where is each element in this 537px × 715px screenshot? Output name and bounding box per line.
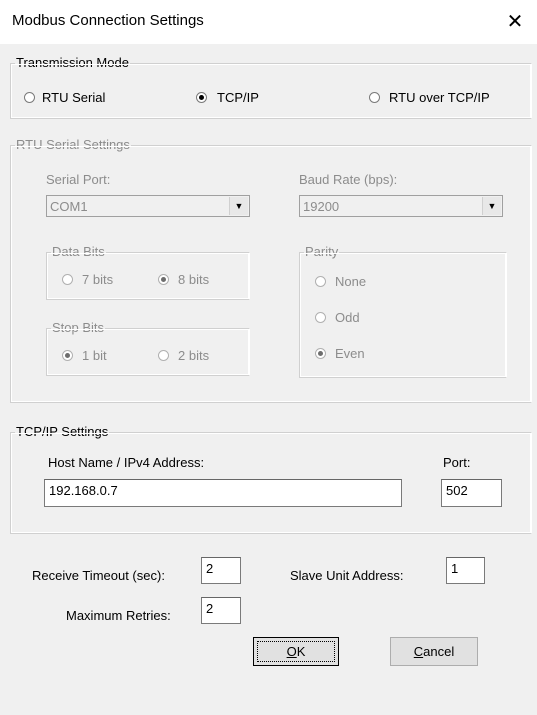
baud-rate-value: 19200 [303,199,340,214]
parity-group: Parity [299,245,507,378]
rtu-serial-settings-legend: RTU Serial Settings [15,137,131,152]
parity-legend: Parity [304,244,340,259]
tcp-ip-settings-legend: TCP/IP Settings [15,424,110,439]
port-value: 502 [446,483,468,498]
cancel-mnemonic: C [413,644,424,659]
data-bits-8-label[interactable]: 8 bits [178,272,209,287]
focus-rectangle [257,641,335,662]
parity-odd-label[interactable]: Odd [335,310,360,325]
chevron-down-icon[interactable]: ▼ [482,197,501,215]
parity-none-radio[interactable] [315,276,326,287]
stop-bits-group: Stop Bits [46,321,250,376]
port-field[interactable]: 502 [441,479,502,507]
data-bits-8-radio[interactable] [158,274,169,285]
port-label: Port: [443,455,471,470]
serial-port-value: COM1 [50,199,88,214]
transmission-mode-legend: Transmission Mode [15,55,130,70]
cancel-button[interactable]: Cancel [390,637,478,666]
close-icon[interactable]: ✕ [493,0,537,44]
host-address-field[interactable]: 192.168.0.7 [44,479,402,507]
tcp-ip-label[interactable]: TCP/IP [217,90,259,105]
modbus-connection-dialog: Modbus Connection Settings ✕ Transmissio… [0,0,537,715]
tcp-ip-radio[interactable] [196,92,207,103]
rtu-serial-radio[interactable] [24,92,35,103]
max-retries-label: Maximum Retries: [66,608,171,623]
stop-bits-legend: Stop Bits [51,320,106,335]
ok-button[interactable]: OK [253,637,339,666]
stop-bits-2-radio[interactable] [158,350,169,361]
rtu-serial-label[interactable]: RTU Serial [42,90,105,105]
parity-odd-radio[interactable] [315,312,326,323]
receive-timeout-value: 2 [206,561,214,576]
data-bits-group: Data Bits [46,245,250,300]
slave-address-field[interactable]: 1 [446,557,485,584]
stop-bits-1-label[interactable]: 1 bit [82,348,107,363]
cancel-label-rest: ancel [423,644,455,659]
rtu-over-tcp-label[interactable]: RTU over TCP/IP [389,90,490,105]
stop-bits-2-label[interactable]: 2 bits [178,348,209,363]
rtu-over-tcp-radio[interactable] [369,92,380,103]
slave-address-value: 1 [451,561,459,576]
baud-rate-combo[interactable]: 19200 ▼ [299,195,503,217]
parity-none-label[interactable]: None [335,274,366,289]
serial-port-combo[interactable]: COM1 ▼ [46,195,250,217]
title-bar: Modbus Connection Settings ✕ [0,0,537,44]
host-address-value: 192.168.0.7 [49,483,118,498]
data-bits-7-label[interactable]: 7 bits [82,272,113,287]
host-address-label: Host Name / IPv4 Address: [48,455,205,470]
receive-timeout-field[interactable]: 2 [201,557,241,584]
max-retries-field[interactable]: 2 [201,597,241,624]
parity-even-radio[interactable] [315,348,326,359]
serial-port-label: Serial Port: [46,172,111,187]
chevron-down-icon[interactable]: ▼ [229,197,248,215]
receive-timeout-label: Receive Timeout (sec): [32,568,165,583]
stop-bits-1-radio[interactable] [62,350,73,361]
window-title: Modbus Connection Settings [12,12,204,29]
baud-rate-label: Baud Rate (bps): [299,172,398,187]
max-retries-value: 2 [206,601,214,616]
data-bits-legend: Data Bits [51,244,106,259]
data-bits-7-radio[interactable] [62,274,73,285]
parity-even-label[interactable]: Even [335,346,365,361]
slave-address-label: Slave Unit Address: [290,568,404,583]
